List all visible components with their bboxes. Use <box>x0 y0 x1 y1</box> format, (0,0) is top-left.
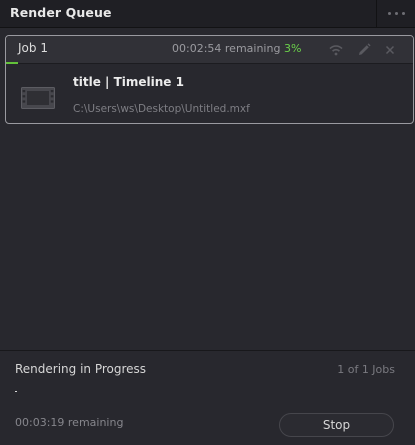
overall-progress-track <box>15 391 398 392</box>
edit-pencil-icon[interactable] <box>355 41 373 59</box>
job-output-path: C:\Users\ws\Desktop\Untitled.mxf <box>73 103 250 115</box>
overall-progress-bar <box>15 391 17 392</box>
job-card[interactable]: Job 1 00:02:54 remaining 3% title | Time… <box>5 35 414 124</box>
render-queue-panel: Render Queue Job 1 00:02:54 remaining 3% <box>0 0 415 445</box>
job-title: title | Timeline 1 <box>73 75 184 89</box>
job-name: Job 1 <box>18 41 48 55</box>
menu-dot <box>402 12 405 15</box>
remote-render-icon[interactable] <box>327 41 345 59</box>
overall-remaining-time: 00:03:19 remaining <box>15 416 124 429</box>
film-clip-icon <box>21 87 55 109</box>
menu-dot <box>388 12 391 15</box>
panel-title: Render Queue <box>10 5 112 20</box>
render-status-label: Rendering in Progress <box>15 362 147 376</box>
job-header: Job 1 00:02:54 remaining 3% <box>6 36 413 64</box>
menu-dot <box>395 12 398 15</box>
job-progress-percent: 3% <box>284 42 302 55</box>
panel-header: Render Queue <box>0 0 415 28</box>
stop-button[interactable]: Stop <box>279 413 394 437</box>
job-body: title | Timeline 1 C:\Users\ws\Desktop\U… <box>6 64 413 123</box>
close-icon[interactable] <box>381 41 399 59</box>
jobs-count: 1 of 1 Jobs <box>337 363 395 376</box>
more-dots-icon[interactable] <box>386 11 408 17</box>
header-divider <box>376 0 377 28</box>
render-status-footer: Rendering in Progress 1 of 1 Jobs 00:03:… <box>0 350 415 445</box>
job-remaining-time: 00:02:54 remaining <box>172 42 281 55</box>
